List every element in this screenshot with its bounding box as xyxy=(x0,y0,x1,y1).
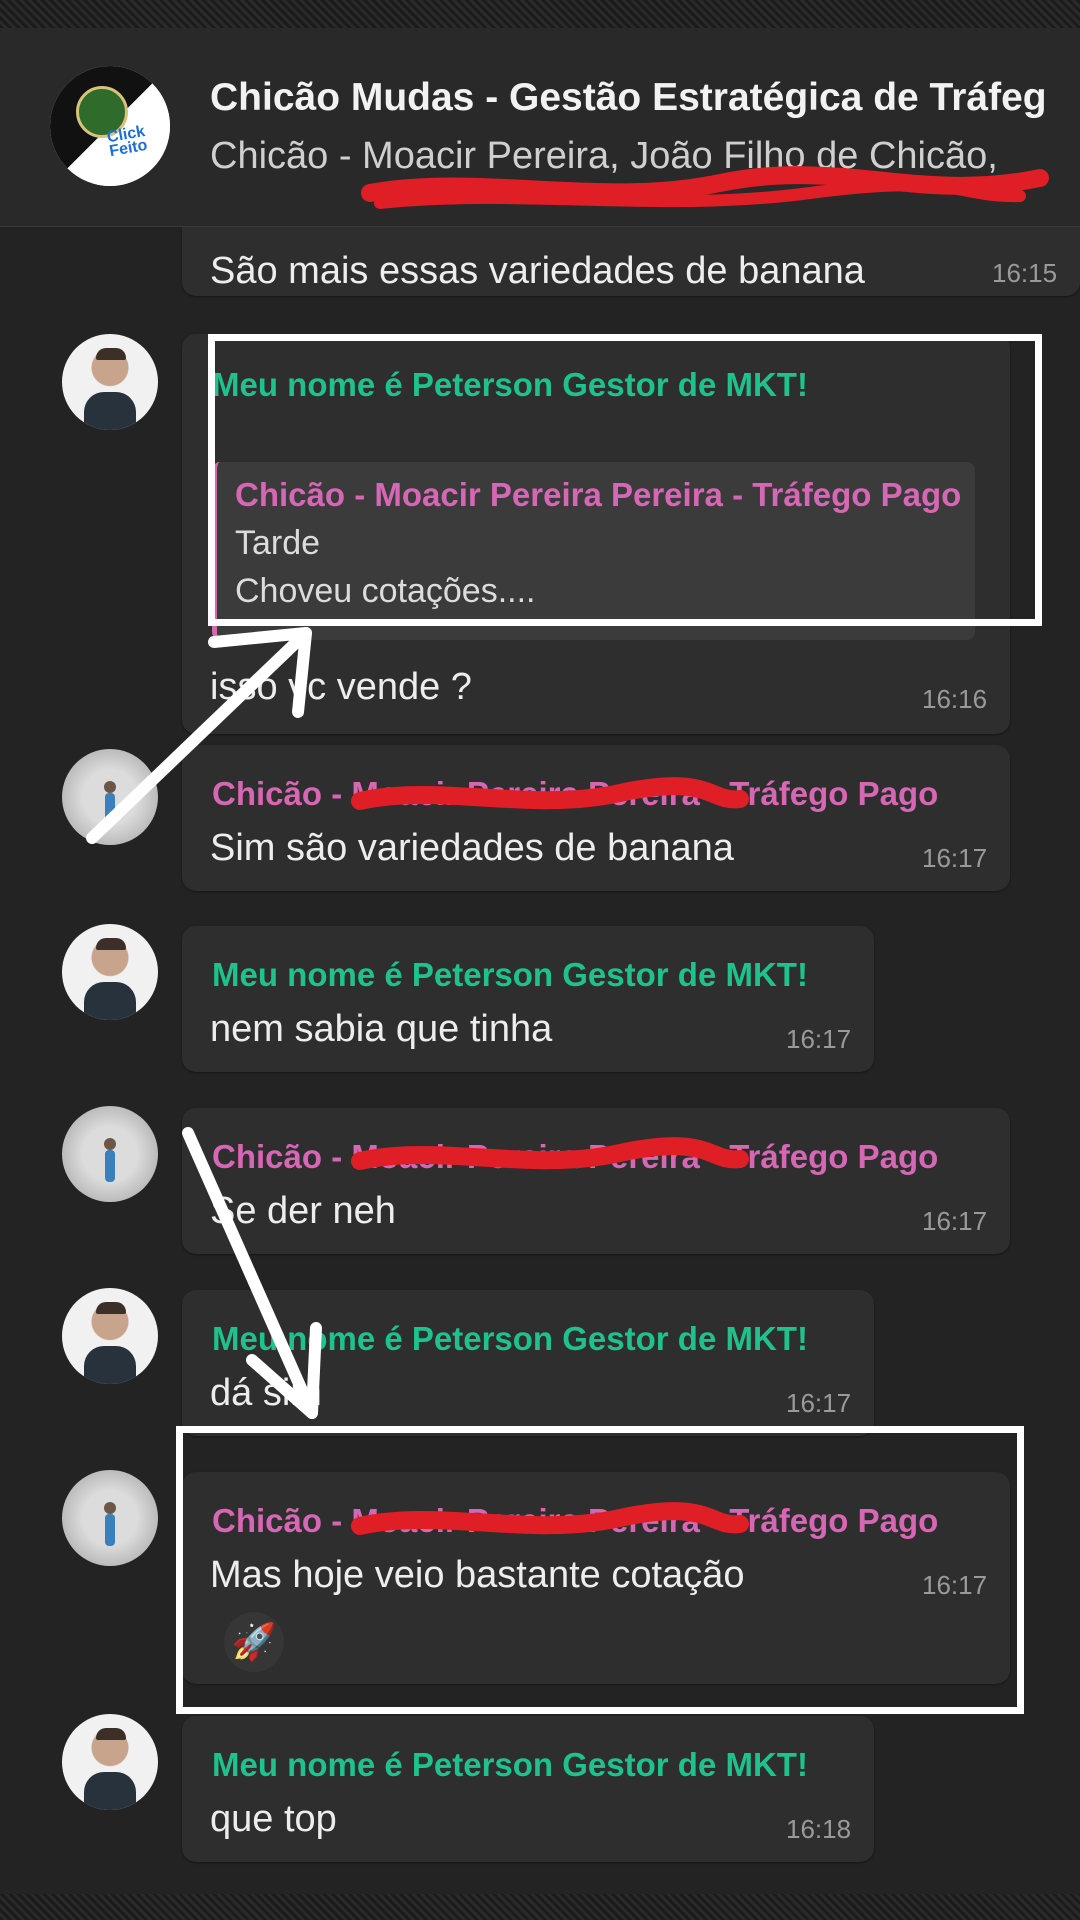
avatar[interactable] xyxy=(62,749,158,845)
quote-text: Choveu cotações.... xyxy=(235,572,536,610)
sender-name: Chicão - Moacir Pereira Pereira - Tráfeg… xyxy=(212,1502,939,1539)
bottom-texture xyxy=(0,1894,1080,1920)
quote-author: Chicão - Moacir Pereira Pereira - Tráfeg… xyxy=(235,476,962,513)
message-time: 16:18 xyxy=(786,1814,852,1844)
message-bubble[interactable]: Chicão - Moacir Pereira Pereira - Tráfeg… xyxy=(182,1108,1010,1254)
sender-name: Meu nome é Peterson Gestor de MKT! xyxy=(212,366,808,403)
message-bubble[interactable]: Meu nome é Peterson Gestor de MKT! Chicã… xyxy=(182,334,1010,734)
sender-name: Meu nome é Peterson Gestor de MKT! xyxy=(212,1320,808,1357)
avatar[interactable] xyxy=(62,924,158,1020)
message-time: 16:17 xyxy=(922,1570,988,1600)
message-time: 16:17 xyxy=(786,1024,852,1054)
avatar[interactable] xyxy=(62,1106,158,1202)
chat-header[interactable]: Click Feito Chicão Mudas - Gestão Estrat… xyxy=(0,28,1080,227)
group-avatar[interactable]: Click Feito xyxy=(50,66,170,186)
chat-window: Click Feito Chicão Mudas - Gestão Estrat… xyxy=(0,28,1080,1894)
quote-text: Tarde xyxy=(235,524,321,562)
message-time: 16:16 xyxy=(922,684,988,714)
sender-name: Meu nome é Peterson Gestor de MKT! xyxy=(212,956,808,993)
top-texture xyxy=(0,0,1080,28)
message-text: dá sim xyxy=(210,1372,322,1414)
sender-name: Chicão - Moacir Pereira Pereira - Tráfeg… xyxy=(212,1138,939,1175)
quoted-message[interactable]: Chicão - Moacir Pereira Pereira - Tráfeg… xyxy=(212,462,975,640)
message-text: nem sabia que tinha xyxy=(210,1008,553,1050)
group-title: Chicão Mudas - Gestão Estratégica de Trá… xyxy=(210,76,1047,119)
message-text: Sim são variedades de banana xyxy=(210,827,734,869)
message-time: 16:17 xyxy=(922,843,988,873)
sender-name: Chicão - Moacir Pereira Pereira - Tráfeg… xyxy=(212,775,939,812)
message-text: que top xyxy=(210,1798,337,1840)
avatar[interactable] xyxy=(62,334,158,430)
message-bubble[interactable]: Chicão - Moacir Pereira Pereira - Tráfeg… xyxy=(182,745,1010,891)
message-time: 16:17 xyxy=(922,1206,988,1236)
sender-name: Meu nome é Peterson Gestor de MKT! xyxy=(212,1746,808,1783)
group-members: Chicão - Moacir Pereira, João Filho de C… xyxy=(210,135,998,177)
message-time: 16:17 xyxy=(786,1388,852,1418)
message-text: Se der neh xyxy=(210,1190,396,1232)
message-bubble[interactable]: Chicão - Moacir Pereira Pereira - Tráfeg… xyxy=(182,1472,1010,1684)
message-time: 16:15 xyxy=(992,258,1058,288)
rocket-reaction-icon[interactable]: 🚀 xyxy=(224,1612,284,1672)
message-text: Mas hoje veio bastante cotação xyxy=(210,1554,745,1596)
message-text: São mais essas variedades de banana xyxy=(210,250,865,292)
avatar[interactable] xyxy=(62,1714,158,1810)
avatar[interactable] xyxy=(62,1288,158,1384)
message-bubble[interactable]: Meu nome é Peterson Gestor de MKT! nem s… xyxy=(182,926,874,1072)
message-bubble[interactable]: Meu nome é Peterson Gestor de MKT! que t… xyxy=(182,1716,874,1862)
avatar[interactable] xyxy=(62,1470,158,1566)
message-bubble[interactable]: Meu nome é Peterson Gestor de MKT! dá si… xyxy=(182,1290,874,1436)
message-text: isso vc vende ? xyxy=(210,666,472,708)
